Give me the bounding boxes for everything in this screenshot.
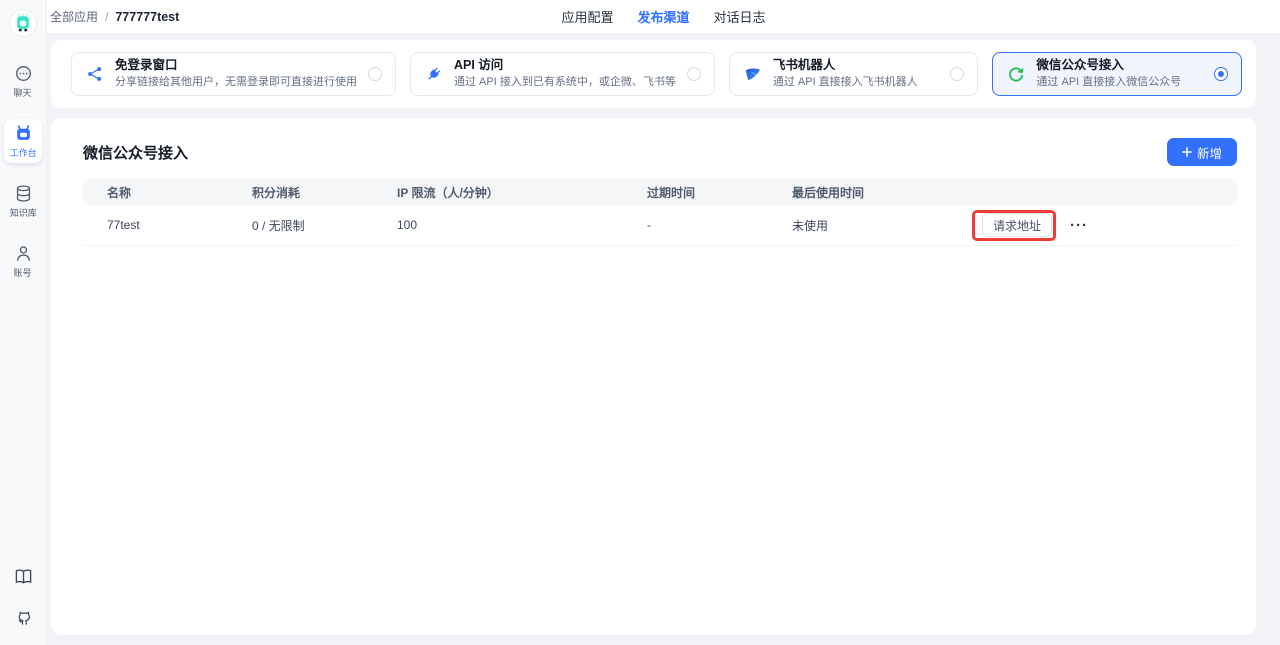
card-wechat-official[interactable]: 微信公众号接入 通过 API 直接接入微信公众号: [992, 52, 1242, 96]
cell-actions: 请求地址 ···: [972, 210, 1237, 241]
breadcrumb-all-apps[interactable]: 全部应用: [50, 8, 98, 25]
card-desc: 通过 API 接入到已有系统中，或企微、飞书等: [454, 76, 676, 90]
robot-icon: [14, 124, 33, 143]
database-icon: [14, 184, 33, 203]
sidebar-item-label: 账号: [14, 265, 32, 278]
row-more-icon[interactable]: ···: [1070, 218, 1088, 233]
sidebar-nav: 聊天 工作台 知识库 账号: [4, 59, 42, 283]
user-icon: [14, 244, 33, 263]
cell-last-used: 未使用: [792, 217, 972, 234]
col-header-ip-limit: IP 限流（人/分钟）: [397, 184, 647, 201]
cell-ip-limit: 100: [397, 218, 647, 232]
tab-app-config[interactable]: 应用配置: [561, 7, 613, 26]
table-header-row: 名称 积分消耗 IP 限流（人/分钟） 过期时间 最后使用时间: [83, 179, 1237, 205]
request-address-button[interactable]: 请求地址: [982, 213, 1052, 237]
card-title: API 访问: [454, 58, 676, 74]
add-button-label: 新增: [1197, 143, 1222, 162]
plus-icon: [1182, 147, 1192, 157]
section-header: 微信公众号接入 新增: [83, 138, 1237, 166]
app-logo-avatar[interactable]: [9, 9, 37, 37]
breadcrumb-separator: /: [105, 10, 108, 24]
share-icon: [86, 65, 104, 83]
card-desc: 分享链接给其他用户，无需登录即可直接进行使用: [115, 76, 357, 90]
channel-cards-panel: 免登录窗口 分享链接给其他用户，无需登录即可直接进行使用 API 访问 通过 A…: [51, 40, 1256, 108]
wechat-official-account-icon: [1007, 65, 1025, 83]
breadcrumb-current-app: 777777test: [115, 10, 179, 24]
col-header-expire: 过期时间: [647, 184, 792, 201]
channels-table: 名称 积分消耗 IP 限流（人/分钟） 过期时间 最后使用时间 77test 0…: [83, 179, 1237, 246]
sidebar-item-chat[interactable]: 聊天: [4, 59, 42, 103]
sidebar-item-label: 工作台: [9, 145, 36, 158]
card-text: API 访问 通过 API 接入到已有系统中，或企微、飞书等: [454, 58, 676, 89]
radio-unselected-icon[interactable]: [368, 67, 382, 81]
section-title: 微信公众号接入: [83, 142, 188, 163]
col-header-points: 积分消耗: [252, 184, 397, 201]
card-text: 飞书机器人 通过 API 直接接入飞书机器人: [773, 58, 918, 89]
card-text: 微信公众号接入 通过 API 直接接入微信公众号: [1036, 58, 1181, 89]
annotation-highlight-box: 请求地址: [972, 210, 1056, 241]
sidebar-item-workbench[interactable]: 工作台: [4, 119, 42, 163]
col-header-last-used: 最后使用时间: [792, 184, 972, 201]
github-icon[interactable]: [14, 608, 33, 627]
sidebar-item-account[interactable]: 账号: [4, 239, 42, 283]
channel-cards: 免登录窗口 分享链接给其他用户，无需登录即可直接进行使用 API 访问 通过 A…: [71, 52, 1242, 96]
table-row: 77test 0 / 无限制 100 - 未使用 请求地址 ···: [83, 205, 1237, 246]
wechat-section-panel: 微信公众号接入 新增 名称 积分消耗 IP 限流（人/分钟） 过期时间 最后使用…: [51, 118, 1256, 635]
cell-name: 77test: [107, 218, 252, 232]
radio-selected-icon[interactable]: [1214, 67, 1228, 81]
radio-unselected-icon[interactable]: [687, 67, 701, 81]
sidebar-item-knowledge[interactable]: 知识库: [4, 179, 42, 223]
card-title: 免登录窗口: [115, 58, 357, 74]
card-title: 微信公众号接入: [1036, 58, 1181, 74]
chat-icon: [14, 64, 33, 83]
add-button[interactable]: 新增: [1167, 138, 1237, 166]
sidebar: 聊天 工作台 知识库 账号: [0, 0, 47, 645]
radio-unselected-icon[interactable]: [950, 67, 964, 81]
col-header-name: 名称: [107, 184, 252, 201]
feishu-icon: [744, 65, 762, 83]
topbar: 全部应用 / 777777test 应用配置 发布渠道 对话日志: [47, 0, 1280, 33]
card-api-access[interactable]: API 访问 通过 API 接入到已有系统中，或企微、飞书等: [410, 52, 715, 96]
card-share-window[interactable]: 免登录窗口 分享链接给其他用户，无需登录即可直接进行使用: [71, 52, 396, 96]
header-tabs: 应用配置 发布渠道 对话日志: [561, 0, 765, 33]
cell-points: 0 / 无限制: [252, 217, 397, 234]
card-desc: 通过 API 直接接入微信公众号: [1036, 76, 1181, 90]
api-icon: [425, 65, 443, 83]
card-feishu-bot[interactable]: 飞书机器人 通过 API 直接接入飞书机器人: [729, 52, 979, 96]
robot-avatar-icon: [13, 13, 33, 33]
sidebar-footer: [14, 567, 33, 627]
cell-expire: -: [647, 218, 792, 232]
card-desc: 通过 API 直接接入飞书机器人: [773, 76, 918, 90]
tab-publish-channels[interactable]: 发布渠道: [637, 7, 689, 26]
card-text: 免登录窗口 分享链接给其他用户，无需登录即可直接进行使用: [115, 58, 357, 89]
tab-chat-logs[interactable]: 对话日志: [714, 7, 766, 26]
breadcrumb: 全部应用 / 777777test: [50, 8, 179, 25]
card-title: 飞书机器人: [773, 58, 918, 74]
main-content: 免登录窗口 分享链接给其他用户，无需登录即可直接进行使用 API 访问 通过 A…: [47, 33, 1280, 645]
sidebar-item-label: 知识库: [9, 205, 36, 218]
book-icon[interactable]: [14, 567, 33, 586]
sidebar-item-label: 聊天: [14, 85, 32, 98]
